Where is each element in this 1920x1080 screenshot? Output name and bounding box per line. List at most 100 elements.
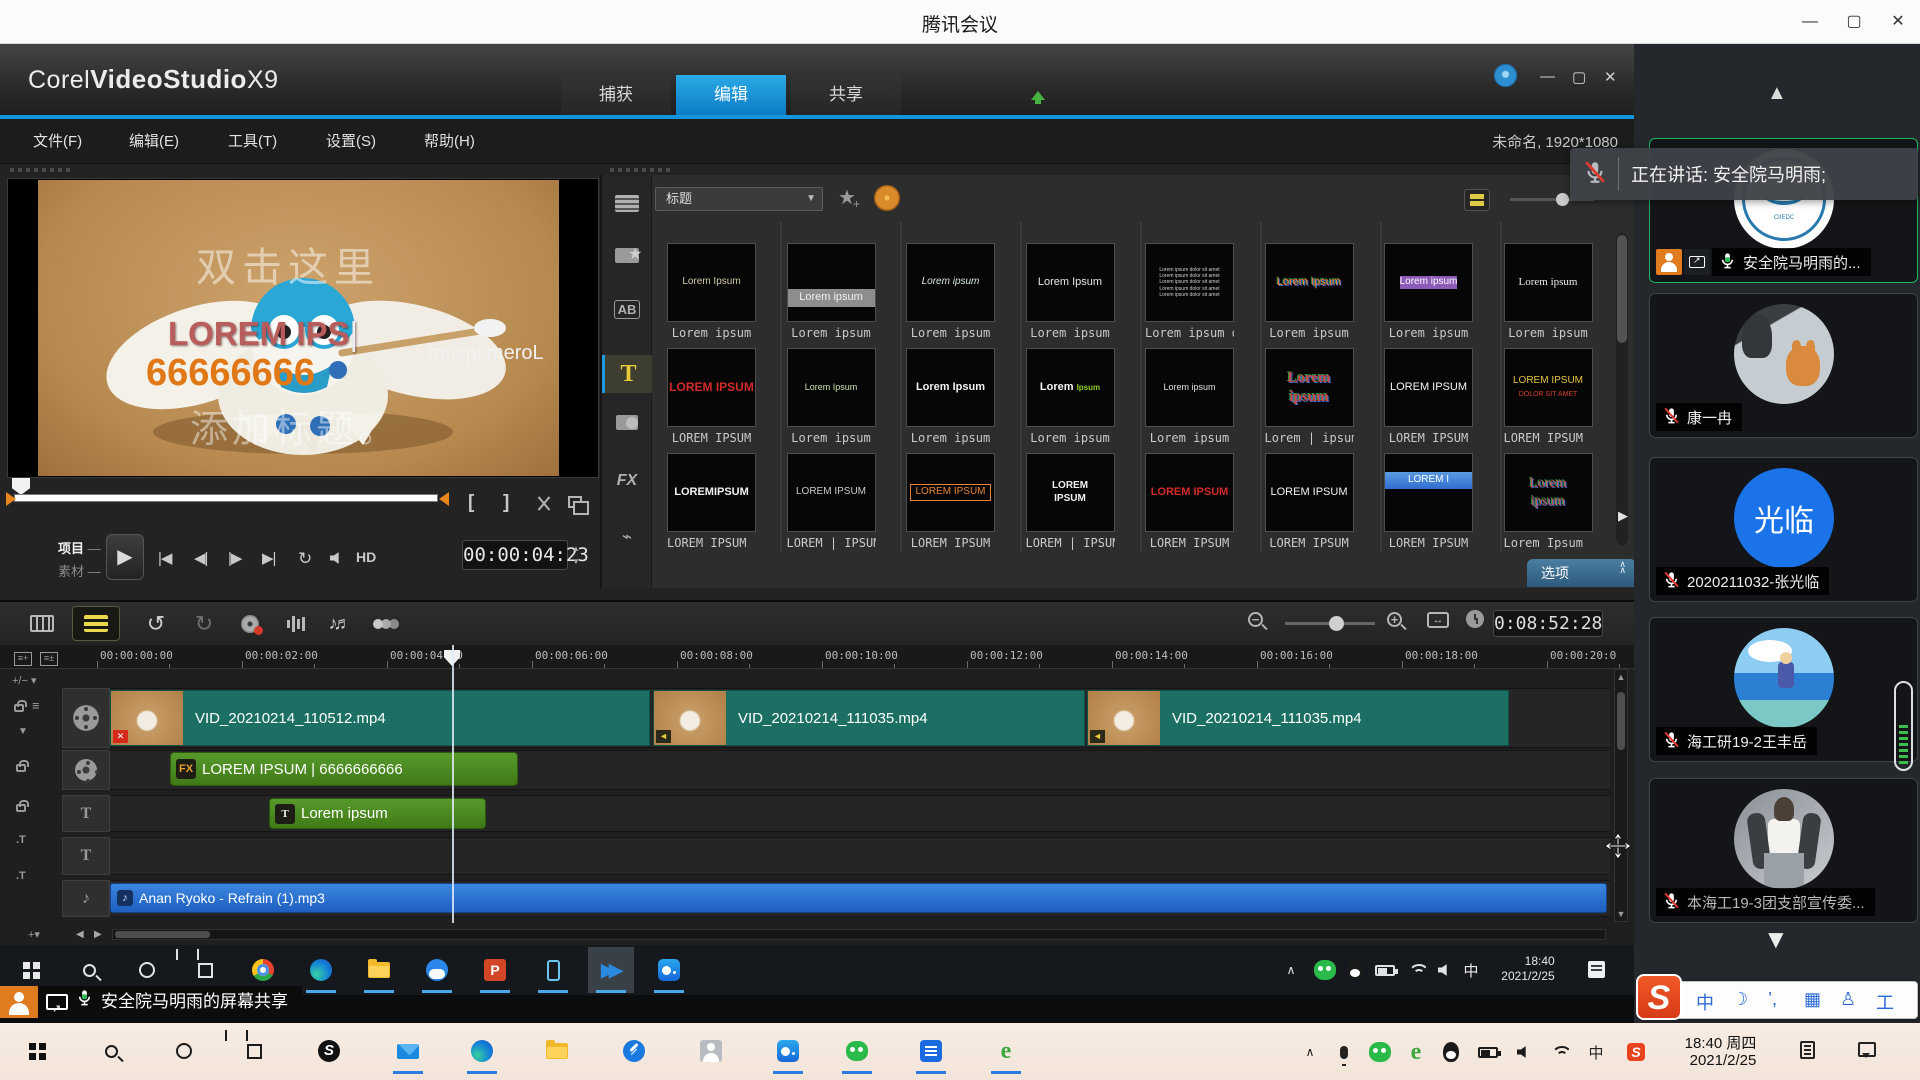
transition-library-icon[interactable]: AB <box>602 302 652 317</box>
minimize-button[interactable]: — <box>1788 0 1832 44</box>
file-explorer-icon[interactable] <box>356 947 402 993</box>
library-item[interactable]: LOREM IPSUMDOLOR SIT AMETLOREM IPSUM |..… <box>1504 348 1623 445</box>
instant-project-icon[interactable]: ★ <box>602 248 652 268</box>
wechat-tray-icon[interactable] <box>1312 958 1338 982</box>
sogou-night-mode-icon[interactable]: ☽ <box>1732 989 1748 1010</box>
library-item[interactable]: LOREM IPSUMLOREM IPSUM <box>667 348 786 445</box>
zoom-out-icon[interactable]: − <box>1248 612 1263 627</box>
sogou-s-tray-icon[interactable]: S <box>1622 1039 1650 1065</box>
menu-item[interactable]: 文件(F) <box>33 130 82 151</box>
participant-tile[interactable]: 光临 2020211032-张光临 <box>1649 457 1918 602</box>
motion-path-icon[interactable]: ⌁ <box>602 527 652 547</box>
gallery-dropdown[interactable]: 标题▼ <box>655 187 823 211</box>
edge-icon[interactable] <box>459 1028 505 1074</box>
pc-manager-icon[interactable] <box>611 1028 657 1074</box>
qq-browser-icon[interactable] <box>414 947 460 993</box>
overlay-track-header[interactable] <box>62 750 110 790</box>
wechat-icon[interactable] <box>834 1028 880 1074</box>
enlarge-preview-icon[interactable] <box>568 496 582 508</box>
play-button[interactable]: ▶ <box>106 534 144 580</box>
library-item[interactable]: LOREM IPSUMLOREM IPSUM <box>906 453 1025 550</box>
scroll-up-icon[interactable]: ▲ <box>1767 82 1787 105</box>
qq-tray-icon[interactable] <box>1437 1039 1465 1065</box>
sogou-tools-icon[interactable]: 工 <box>1876 989 1894 1015</box>
library-item[interactable]: LOREM IPSUMLOREM IPSUM <box>1265 453 1384 550</box>
tab-1[interactable]: 编辑 <box>676 75 786 115</box>
split-clip-icon[interactable] <box>536 496 552 512</box>
undo-icon[interactable]: ↺ <box>132 606 180 641</box>
video-clip-0[interactable]: ✕ VID_20210214_110512.mp4 <box>110 690 650 746</box>
mail-icon[interactable] <box>385 1028 431 1074</box>
go-end-button[interactable]: ▶| <box>262 549 275 567</box>
timeline-timecode[interactable]: 0:08:52:28 <box>1493 610 1603 637</box>
repeat-button[interactable]: ↻ <box>298 549 311 569</box>
library-item[interactable]: Lorem ipsumLorem ipsum <box>787 243 906 340</box>
docs-icon[interactable] <box>908 1028 954 1074</box>
library-item[interactable]: Lorem ipsumLorem ipsum <box>906 243 1025 340</box>
library-item[interactable]: Lorem ipsumLorem ipsum <box>1504 243 1623 340</box>
add-track-icon[interactable]: ≡± <box>40 652 58 666</box>
timeline-ruler[interactable]: 00:00:00:00 00:00:02:00 00:00:04:00 00:0… <box>0 645 1634 669</box>
title-track-1-header[interactable]: T <box>62 795 110 832</box>
scroll-down-icon[interactable]: ▼ <box>1763 924 1789 955</box>
wifi-tray-icon[interactable] <box>1404 958 1430 982</box>
sogou-logo-icon[interactable]: S <box>1636 974 1682 1020</box>
track-manager-icon[interactable]: ≡+ <box>14 652 32 666</box>
ride-lock-icon[interactable] <box>14 704 24 712</box>
timeline-vscrollbar[interactable]: ▲▼ <box>1614 669 1628 922</box>
track-list-icon[interactable]: ≡ <box>32 698 40 713</box>
music-clip[interactable]: ♪Anan Ryoko - Refrain (1).mp3 <box>110 883 1607 913</box>
search-icon[interactable] <box>88 1028 134 1074</box>
mic-tray-icon[interactable] <box>1330 1039 1358 1065</box>
media-player-icon[interactable]: ▶▶ <box>588 947 634 993</box>
sogou-icon[interactable]: S <box>306 1028 352 1074</box>
library-item[interactable]: LOREM IPSUMLOREM IPSUM <box>1145 453 1264 550</box>
library-scrollbar[interactable] <box>1616 233 1628 545</box>
redo-icon[interactable]: ↻ <box>180 606 228 641</box>
scrubber-track[interactable] <box>14 494 438 502</box>
file-explorer-icon[interactable] <box>534 1028 580 1074</box>
mode-project-toggle[interactable]: 项目 — <box>58 538 101 557</box>
library-item[interactable]: Lorem ipsumLorem ipsum <box>1145 348 1264 445</box>
add-to-favorites-icon[interactable]: ★+ <box>838 185 863 210</box>
action-center-icon[interactable] <box>1588 961 1605 978</box>
prev-frame-button[interactable]: ◀| <box>194 549 207 567</box>
library-item[interactable]: Lorem ipsumLorem Ipsum |... <box>1504 453 1623 550</box>
mode-clip-toggle[interactable]: 素材 — <box>58 561 101 580</box>
tencent-meeting-icon[interactable] <box>765 1028 811 1074</box>
record-capture-icon[interactable] <box>226 606 274 641</box>
overlay-lock-icon[interactable] <box>16 764 26 772</box>
library-item[interactable]: LOREM IPSUMLOREM | IPSUM <box>787 453 906 550</box>
track-add-remove-label[interactable]: +/− ▾ <box>12 674 36 687</box>
chevron-up-tray-icon[interactable]: ∧ <box>1278 958 1304 982</box>
vs-minimize-button[interactable]: — <box>1540 68 1555 85</box>
action-center-icon[interactable] <box>1858 1042 1876 1057</box>
panel-expand-icon[interactable]: ▶ <box>1618 508 1628 524</box>
scroll-left-icon[interactable]: ◀ <box>76 929 84 940</box>
title-track-2[interactable] <box>110 837 1610 875</box>
zoom-in-icon[interactable]: + <box>1387 612 1402 627</box>
volume-tray-icon[interactable] <box>1432 958 1458 982</box>
preview-timecode[interactable]: 00:00:04:23 <box>462 540 568 570</box>
timecode-stepper[interactable]: ▲▼ <box>572 542 580 568</box>
sogou-ime-toolbar[interactable]: S 中☽’,▦♙工 <box>1643 981 1918 1019</box>
fit-timeline-icon[interactable]: ↔ <box>1427 612 1449 628</box>
library-item[interactable]: LOREMIPSUMLOREM IPSUM |... <box>667 453 786 550</box>
overlay-clip[interactable]: FXLOREM IPSUM | 6666666666 <box>170 752 518 786</box>
chevron-up-tray-icon[interactable]: ∧ <box>1296 1039 1324 1065</box>
vs-close-button[interactable]: ✕ <box>1604 68 1617 86</box>
powerpoint-icon[interactable]: P <box>472 947 518 993</box>
notebook-icon[interactable] <box>1800 1041 1815 1059</box>
help-globe-icon[interactable] <box>1494 64 1517 87</box>
menu-item[interactable]: 工具(T) <box>228 130 277 151</box>
battery-tray-icon[interactable] <box>1474 1039 1502 1065</box>
close-button[interactable]: ✕ <box>1876 0 1920 44</box>
library-item[interactable]: LOREM IPSUMLOREM IPSUM <box>1384 348 1503 445</box>
participant-tile[interactable]: 海工研19-2王丰岳 <box>1649 617 1918 762</box>
maximize-button[interactable]: ▢ <box>1832 0 1876 44</box>
options-button[interactable]: 选项∧∧ <box>1527 559 1634 587</box>
library-item[interactable]: Lorem IpsumLorem ipsum <box>787 348 906 445</box>
sogou-keyboard-icon[interactable]: ▦ <box>1804 989 1821 1010</box>
filter-library-icon[interactable]: FX <box>602 472 652 490</box>
battery-tray-icon[interactable] <box>1372 958 1398 982</box>
